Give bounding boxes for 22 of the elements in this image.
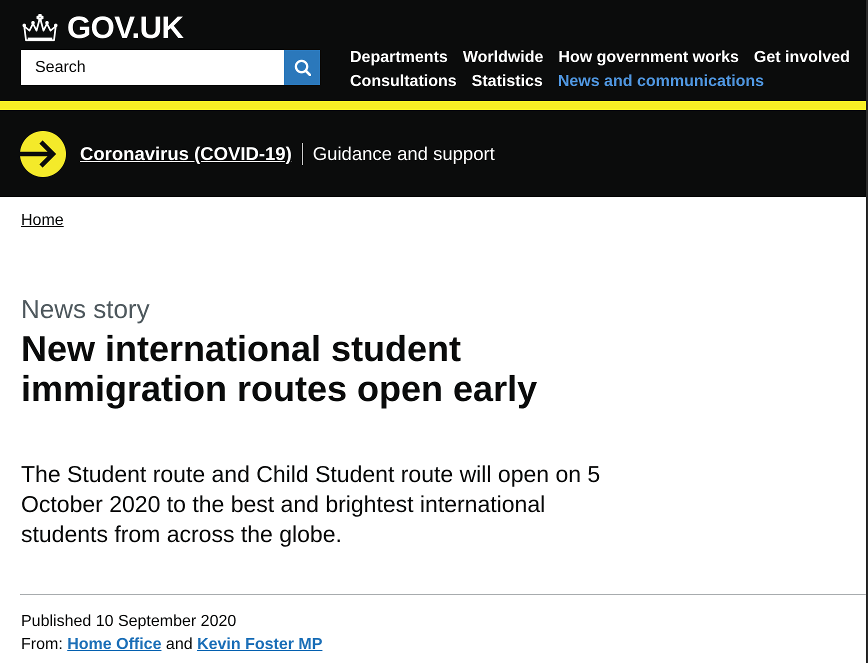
article-title: New international student immigration routes open early [21,329,538,409]
guidance-text: Guidance and support [302,142,495,164]
search-field[interactable]: Search [21,50,284,85]
logo-text[interactable]: GOV.UK [67,12,184,44]
nav-link[interactable]: News and communications [558,72,764,92]
nav-link[interactable]: Worldwide [462,48,544,68]
search-button[interactable] [284,50,320,85]
nav-link[interactable]: Get involved [754,48,850,68]
nav-link[interactable]: Statistics [472,72,543,92]
breadcrumb-link[interactable]: Home [21,212,64,229]
crown-icon [21,14,59,42]
nav-link[interactable]: Consultations [350,72,457,92]
article-summary: The Student route and Child Student route will open on 5 October 2020 to the best and brightest international students from across the globe. [21,460,602,549]
coronavirus-link[interactable]: Coronavirus (COVID-19) [80,142,292,164]
nav-link[interactable]: Departments [350,48,448,68]
search-icon [294,59,310,76]
organisation-link[interactable]: Kevin Foster MP [197,636,322,653]
organisation-link[interactable]: Home Office [67,636,162,653]
nav-link[interactable]: How government works [558,48,739,68]
published-date: Published 10 September 2020 [21,612,238,632]
from-line: From: Home Office and Kevin Foster MP [21,635,324,655]
document-type: News story [21,294,151,324]
